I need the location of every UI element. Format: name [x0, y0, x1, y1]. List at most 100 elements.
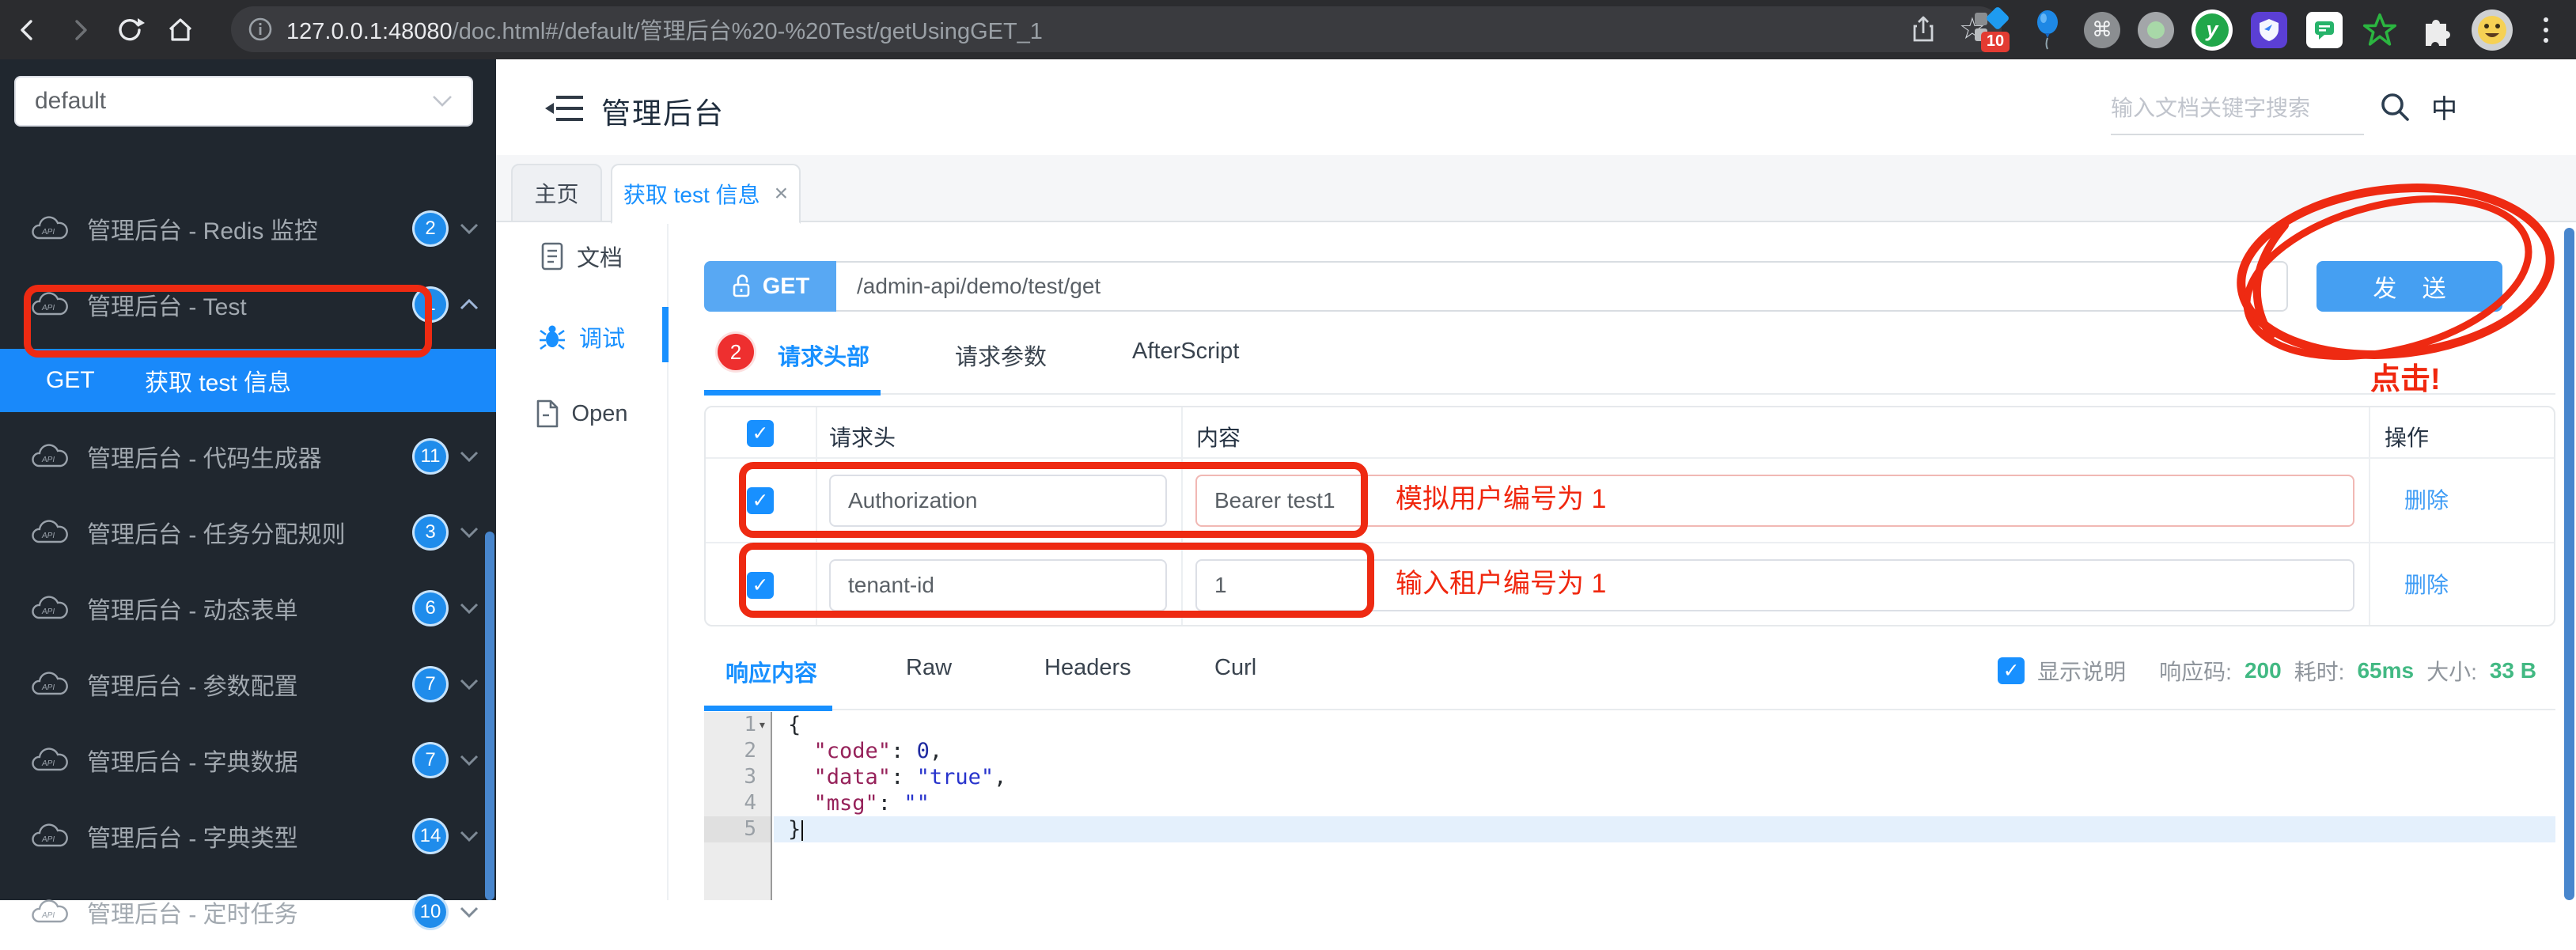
- tab-curl[interactable]: Curl: [1214, 655, 1256, 681]
- response-editor[interactable]: 1 ▾ 2 3 4 5 { "code": 0, "data": "true",…: [704, 712, 2555, 900]
- home-icon[interactable]: [158, 8, 203, 52]
- info-icon[interactable]: [247, 16, 274, 43]
- svg-text:API: API: [41, 759, 55, 768]
- extension-badge-icon[interactable]: 10: [1973, 5, 2011, 52]
- language-toggle[interactable]: 中: [2431, 88, 2457, 126]
- code-line: "code": 0,: [813, 739, 943, 763]
- url-text[interactable]: 127.0.0.1:48080/doc.html#/default/管理后台%2…: [286, 13, 1900, 46]
- balloon-icon[interactable]: [2029, 8, 2066, 52]
- browser-menu-icon[interactable]: [2530, 11, 2562, 49]
- emoji-avatar-icon[interactable]: [2472, 9, 2513, 51]
- tab-request-params[interactable]: 请求参数: [955, 339, 1047, 372]
- time-value: 65ms: [2357, 658, 2415, 683]
- method-label: GET: [762, 273, 810, 299]
- green-star-icon[interactable]: [2361, 8, 2399, 52]
- code-line: "msg": "": [813, 791, 930, 816]
- count-badge: 11: [412, 438, 449, 475]
- svg-text:API: API: [41, 607, 55, 616]
- time-label: 耗时:: [2294, 660, 2345, 684]
- sidebar-group-param-config[interactable]: API 管理后台 - 参数配置 7: [0, 646, 496, 722]
- delete-link[interactable]: 删除: [2404, 559, 2449, 611]
- nav-item-debug[interactable]: 调试: [496, 309, 667, 365]
- count-badge: 7: [412, 666, 449, 702]
- nav-item-doc[interactable]: 文档: [496, 229, 667, 284]
- share-icon[interactable]: [1910, 14, 1937, 44]
- shield-icon[interactable]: [2250, 8, 2288, 52]
- active-response-tab-underline: [704, 706, 832, 711]
- close-icon[interactable]: ×: [775, 180, 789, 207]
- puzzle-icon[interactable]: [2416, 8, 2454, 52]
- annotation-click-text: 点击!: [2370, 363, 2441, 396]
- search-icon[interactable]: [2377, 89, 2412, 124]
- project-select[interactable]: default: [14, 76, 473, 127]
- sidebar-group-dict-type[interactable]: API 管理后台 - 字典类型 14: [0, 798, 496, 874]
- show-description-checkbox[interactable]: ✓: [1998, 657, 2025, 684]
- extensions-row: 10 ⌘ y: [1973, 0, 2513, 59]
- chevron-down-icon: [460, 223, 479, 234]
- annotation-circle-send: [2237, 184, 2555, 361]
- svg-text:API: API: [41, 835, 55, 844]
- svg-text:API: API: [41, 532, 55, 540]
- svg-text:API: API: [41, 911, 55, 920]
- tab-request-headers[interactable]: 请求头部: [778, 339, 869, 372]
- api-cloud-icon: API: [28, 213, 71, 244]
- request-url-input[interactable]: [836, 261, 2288, 312]
- open-file-icon: [536, 399, 559, 428]
- sidebar-group-dict-data[interactable]: API 管理后台 - 字典数据 7: [0, 722, 496, 798]
- method-button[interactable]: GET: [704, 261, 836, 312]
- sidebar-group-dynamic-form[interactable]: API 管理后台 - 动态表单 6: [0, 570, 496, 646]
- green-y-icon[interactable]: y: [2191, 9, 2233, 51]
- api-cloud-icon: API: [28, 592, 71, 624]
- api-cloud-icon: API: [28, 668, 71, 700]
- header-value-input[interactable]: [1195, 475, 2354, 527]
- svg-text:API: API: [41, 683, 55, 692]
- chevron-down-icon: [460, 831, 479, 842]
- main-scrollbar[interactable]: [2564, 228, 2574, 900]
- sidebar-scrollbar[interactable]: [485, 532, 494, 900]
- active-tab-underline: [704, 390, 881, 396]
- sidebar-api-get-test[interactable]: GET 获取 test 信息: [0, 349, 496, 412]
- chevron-down-icon: [460, 755, 479, 766]
- code-line: }: [774, 816, 2554, 842]
- count-badge: 7: [412, 742, 449, 778]
- tab-raw[interactable]: Raw: [906, 655, 952, 681]
- tab-response-headers[interactable]: Headers: [1044, 655, 1131, 681]
- chevron-down-icon: [432, 95, 453, 108]
- count-badge: 3: [412, 514, 449, 551]
- fold-caret-icon[interactable]: ▾: [758, 712, 767, 738]
- doc-search: [2111, 83, 2364, 135]
- response-meta: ✓ 显示说明 响应码: 200 耗时: 65ms 大小: 33 B: [1998, 653, 2536, 688]
- delete-link[interactable]: 删除: [2404, 475, 2449, 527]
- count-badge: 6: [412, 590, 449, 626]
- reload-icon[interactable]: [108, 8, 152, 52]
- forward-icon[interactable]: [57, 8, 101, 52]
- chevron-up-icon: [460, 299, 479, 310]
- count-badge: 10: [412, 894, 449, 930]
- dot-extension-icon[interactable]: [2138, 11, 2174, 48]
- project-select-value: default: [35, 88, 107, 114]
- chat-extension-icon[interactable]: [2305, 8, 2343, 52]
- tab-response-body[interactable]: 响应内容: [725, 655, 817, 688]
- size-label: 大小:: [2426, 660, 2477, 684]
- sidebar-group-scheduled-job[interactable]: API 管理后台 - 定时任务 10: [0, 874, 496, 950]
- sidebar-group-codegen[interactable]: API 管理后台 - 代码生成器 11: [0, 418, 496, 494]
- back-icon[interactable]: [6, 8, 51, 52]
- count-badge: 14: [412, 818, 449, 854]
- nav-item-open[interactable]: Open: [496, 386, 667, 441]
- header-count-badge: 2: [718, 334, 754, 370]
- code-line: "data": "true",: [813, 765, 1007, 789]
- text-cursor: [801, 819, 804, 841]
- sidebar-group-redis[interactable]: API 管理后台 - Redis 监控 2: [0, 191, 496, 267]
- sidebar-group-task-rule[interactable]: API 管理后台 - 任务分配规则 3: [0, 494, 496, 570]
- select-all-checkbox[interactable]: ✓: [747, 420, 774, 447]
- chevron-down-icon: [460, 527, 479, 538]
- tab-home[interactable]: 主页: [511, 164, 602, 222]
- command-icon[interactable]: ⌘: [2084, 11, 2120, 48]
- search-input[interactable]: [2111, 83, 2364, 134]
- tab-get-test-info[interactable]: 获取 test 信息 ×: [611, 164, 801, 224]
- menu-fold-icon[interactable]: [545, 93, 585, 124]
- svg-text:API: API: [41, 456, 55, 464]
- api-cloud-icon: API: [28, 744, 71, 776]
- tab-afterscript[interactable]: AfterScript: [1132, 339, 1239, 365]
- address-bar[interactable]: 127.0.0.1:48080/doc.html#/default/管理后台%2…: [231, 6, 2002, 52]
